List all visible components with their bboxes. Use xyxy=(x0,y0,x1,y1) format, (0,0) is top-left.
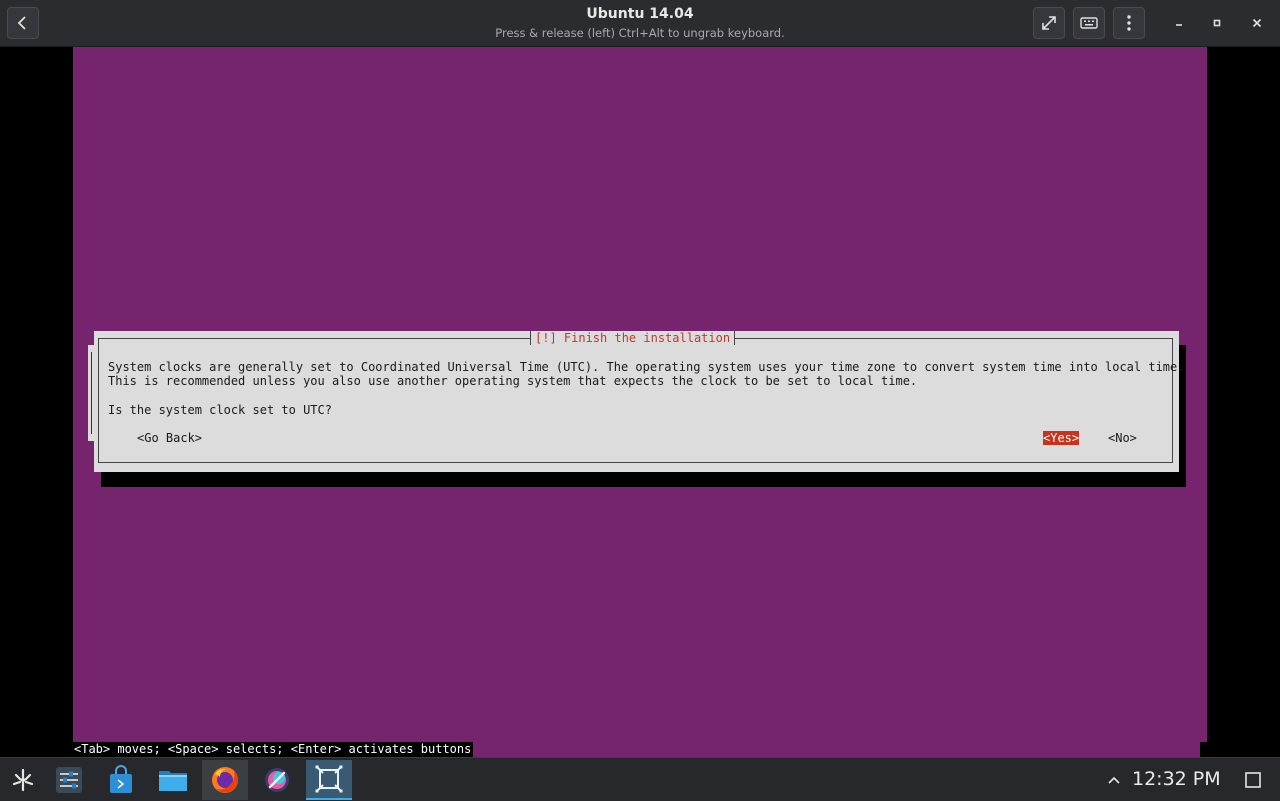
dialog-message-line: This is recommended unless you also use … xyxy=(108,374,918,388)
taskbar-virtual-machine[interactable] xyxy=(306,760,352,800)
show-desktop-icon xyxy=(1245,772,1261,788)
taskbar-files[interactable] xyxy=(150,760,196,800)
installer-dialog: [!] Finish the installation System clock… xyxy=(94,331,1184,472)
no-button[interactable]: <No> xyxy=(1108,431,1137,445)
firefox-icon xyxy=(212,767,238,793)
minimize-button[interactable] xyxy=(1163,7,1195,39)
keyboard-hint-bar: <Tab> moves; <Space> selects; <Enter> ac… xyxy=(73,742,474,757)
settings-sliders-icon xyxy=(56,767,82,793)
close-button[interactable] xyxy=(1241,7,1273,39)
show-desktop-button[interactable] xyxy=(1243,770,1263,790)
keyboard-icon xyxy=(1080,17,1098,29)
fullscreen-button[interactable] xyxy=(1033,7,1065,39)
keyboard-button[interactable] xyxy=(1073,7,1105,39)
taskbar-settings[interactable] xyxy=(46,760,92,800)
store-bag-icon xyxy=(110,765,132,793)
dialog-title: [!] Finish the installation xyxy=(530,331,736,345)
clock[interactable]: 12:32 PM xyxy=(1132,768,1221,790)
dialog-message-line: System clocks are generally set to Coord… xyxy=(108,360,1185,374)
vm-icon xyxy=(315,765,343,793)
krita-icon xyxy=(265,768,289,792)
go-back-button[interactable]: <Go Back> xyxy=(137,431,202,445)
minimize-icon xyxy=(1176,24,1182,26)
menu-button[interactable] xyxy=(1113,7,1145,39)
system-tray-expand[interactable] xyxy=(1104,770,1124,790)
fullscreen-icon xyxy=(1042,16,1056,30)
app-launcher-icon xyxy=(12,768,34,792)
taskbar-discover-store[interactable] xyxy=(98,760,144,800)
folder-icon xyxy=(159,771,187,791)
dialog-frame xyxy=(98,338,1173,463)
taskbar: 12:32 PM xyxy=(0,757,1280,801)
taskbar-krita[interactable] xyxy=(254,760,300,800)
close-icon xyxy=(1252,18,1262,28)
vm-display-edge xyxy=(1200,742,1207,757)
chevron-up-icon xyxy=(1108,776,1120,784)
taskbar-firefox[interactable] xyxy=(202,760,248,800)
window-titlebar: Ubuntu 14.04 Press & release (left) Ctrl… xyxy=(0,0,1280,47)
kebab-menu-icon xyxy=(1127,15,1131,31)
maximize-icon xyxy=(1213,19,1221,27)
dialog-question: Is the system clock set to UTC? xyxy=(108,403,332,417)
yes-button[interactable]: <Yes> xyxy=(1043,431,1080,445)
background-panel-border xyxy=(91,352,92,434)
app-launcher-button[interactable] xyxy=(0,760,46,800)
maximize-button[interactable] xyxy=(1201,7,1233,39)
